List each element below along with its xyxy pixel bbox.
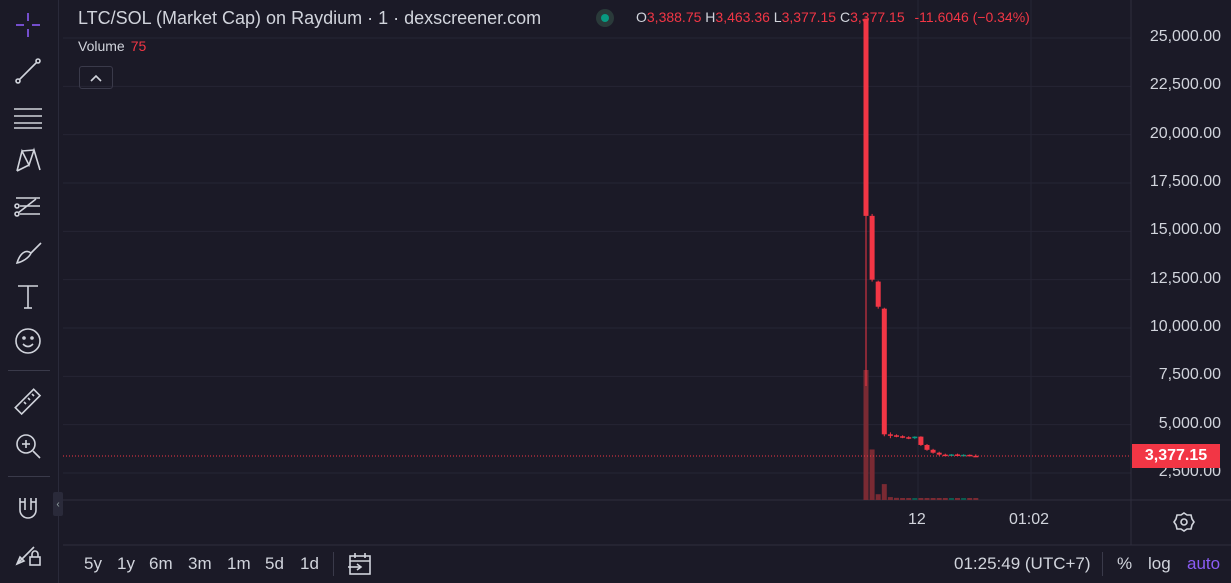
- last-price-tag: 3,377.15: [1132, 444, 1220, 469]
- volume-bar: [863, 370, 869, 500]
- range-5y[interactable]: 5y: [84, 554, 102, 574]
- price-tick: 17,500.00: [1149, 173, 1221, 190]
- volume-bar: [912, 498, 918, 500]
- toolbar-divider: [8, 370, 50, 371]
- candle-body: [924, 444, 930, 450]
- timezone-clock[interactable]: 01:25:49 (UTC+7): [954, 554, 1091, 574]
- market-status-icon: [596, 9, 614, 27]
- low-value: 3,377.15: [781, 9, 837, 25]
- chevron-up-icon: [90, 74, 102, 82]
- range-6m[interactable]: 6m: [149, 554, 173, 574]
- volume-label: Volume: [78, 38, 125, 54]
- crosshair-icon[interactable]: [9, 6, 47, 44]
- high-label: H: [705, 9, 716, 25]
- collapse-legend-button[interactable]: [79, 66, 113, 89]
- auto-scale-toggle[interactable]: auto: [1187, 554, 1220, 574]
- volume-bar: [906, 498, 912, 500]
- candle-body: [918, 436, 924, 445]
- go-to-date-icon[interactable]: [347, 552, 373, 581]
- close-label: C: [839, 9, 851, 25]
- candle-body: [894, 435, 899, 437]
- close-value: 3,377.15: [850, 9, 905, 25]
- magnet-icon[interactable]: [9, 489, 47, 527]
- volume-bar: [881, 484, 887, 500]
- bottom-divider: [1102, 552, 1103, 576]
- price-tick: 25,000.00: [1149, 28, 1221, 45]
- candle-body: [906, 437, 912, 439]
- ohlc-legend: O3,388.75 H3,463.36 L3,377.15 C3,377.15 …: [636, 9, 1030, 25]
- volume-bar: [918, 497, 924, 500]
- high-value: 3,463.36: [715, 9, 770, 25]
- volume-bar: [930, 498, 936, 500]
- candle-body: [930, 449, 936, 453]
- volume-bar: [924, 498, 930, 500]
- range-3m[interactable]: 3m: [188, 554, 212, 574]
- range-1y[interactable]: 1y: [117, 554, 135, 574]
- fib-icon[interactable]: [9, 187, 47, 225]
- toolbar-divider: [8, 476, 50, 477]
- volume-legend: Volume 75: [78, 38, 146, 54]
- brush-icon[interactable]: [9, 233, 47, 271]
- zoom-in-icon[interactable]: [9, 427, 47, 465]
- pattern-icon[interactable]: [9, 141, 47, 179]
- volume-bar: [936, 498, 942, 500]
- candle-body: [936, 452, 942, 455]
- candle-body: [875, 281, 881, 307]
- drawing-toolbar: [0, 0, 59, 583]
- price-tick: 12,500.00: [1149, 269, 1221, 287]
- chart-title: LTC/SOL (Market Cap) on Raydium · 1 · de…: [78, 8, 542, 28]
- volume-bar: [973, 498, 979, 500]
- open-value: 3,388.75: [646, 9, 702, 25]
- volume-bar: [942, 498, 948, 500]
- price-tick: 10,000.00: [1149, 318, 1221, 335]
- volume-bar: [961, 498, 967, 500]
- candle-body: [881, 308, 887, 435]
- time-tick: 01:02: [1009, 511, 1050, 528]
- ruler-icon[interactable]: [9, 383, 47, 421]
- text-icon[interactable]: [9, 277, 47, 315]
- change-value: -11.6046 (−0.34%): [914, 9, 1030, 25]
- candle-body: [863, 18, 869, 216]
- trend-line-icon[interactable]: [9, 51, 47, 89]
- settings-icon[interactable]: [1173, 511, 1195, 538]
- low-label: L: [773, 9, 782, 25]
- volume-bar: [967, 498, 973, 500]
- candle-body: [912, 436, 918, 439]
- volume-value: 75: [130, 38, 147, 54]
- log-scale-toggle[interactable]: log: [1148, 554, 1171, 574]
- price-tick: 7,500.00: [1158, 366, 1221, 384]
- candle-body: [900, 436, 906, 438]
- volume-bar: [900, 498, 906, 500]
- price-tick: 20,000.00: [1149, 124, 1221, 142]
- time-tick: 12: [908, 511, 926, 528]
- collapse-toolbar-button[interactable]: ‹: [53, 492, 63, 516]
- price-tick: 22,500.00: [1149, 76, 1221, 94]
- range-5d[interactable]: 5d: [265, 554, 284, 574]
- emoji-icon[interactable]: [9, 322, 47, 360]
- volume-bar: [955, 498, 960, 500]
- candle-body: [887, 434, 893, 436]
- lock-drawing-icon[interactable]: [9, 534, 47, 572]
- volume-bar: [875, 494, 881, 500]
- volume-bar: [887, 497, 893, 500]
- price-tick: 15,000.00: [1149, 221, 1221, 239]
- range-1m[interactable]: 1m: [227, 554, 251, 574]
- price-tick: 5,000.00: [1158, 414, 1221, 432]
- range-1d[interactable]: 1d: [300, 554, 319, 574]
- open-label: O: [636, 9, 647, 25]
- volume-bar: [894, 497, 899, 500]
- candle-body: [869, 215, 875, 280]
- volume-bar: [869, 449, 875, 500]
- price-chart[interactable]: [63, 0, 1231, 583]
- horizontal-lines-icon[interactable]: [9, 97, 47, 135]
- bottom-divider: [333, 552, 334, 576]
- volume-bar: [948, 498, 954, 500]
- percent-scale-toggle[interactable]: %: [1117, 554, 1132, 574]
